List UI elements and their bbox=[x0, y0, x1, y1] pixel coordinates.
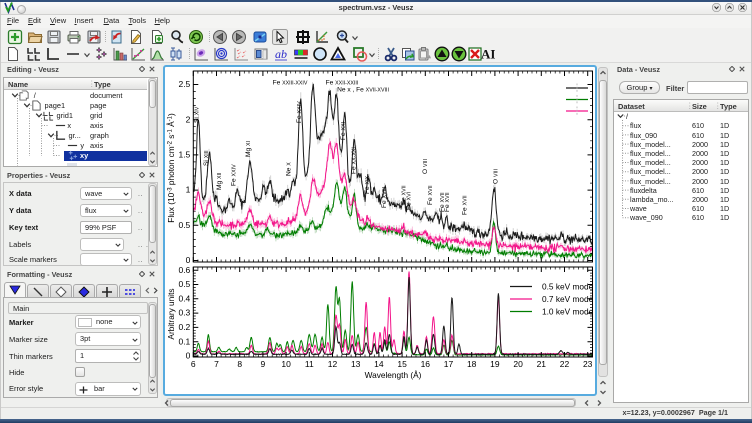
svg-text:11: 11 bbox=[305, 359, 314, 369]
svg-text:O VIII: O VIII bbox=[422, 159, 429, 174]
svg-text:0.6: 0.6 bbox=[178, 265, 190, 275]
svg-text:0.5: 0.5 bbox=[178, 279, 190, 289]
svg-text:Fe XX-XXI: Fe XX-XXI bbox=[351, 147, 358, 174]
svg-text:15: 15 bbox=[397, 359, 407, 369]
svg-text:Fe XIX: Fe XIX bbox=[364, 175, 371, 194]
svg-text:2.5: 2.5 bbox=[178, 79, 190, 89]
svg-text:18: 18 bbox=[467, 359, 477, 369]
svg-text:6: 6 bbox=[191, 359, 196, 369]
svg-text:Si XIII: Si XIII bbox=[203, 150, 210, 166]
svg-text:0.4: 0.4 bbox=[178, 293, 190, 303]
svg-text:13: 13 bbox=[351, 359, 361, 369]
svg-text:0.5 keV model: 0.5 keV model bbox=[542, 282, 595, 292]
svg-text:1.0 keV model: 1.0 keV model bbox=[542, 307, 595, 317]
svg-text:7: 7 bbox=[214, 359, 219, 369]
svg-text:O VIII: O VIII bbox=[493, 169, 500, 184]
svg-text:0.5: 0.5 bbox=[178, 220, 190, 230]
svg-text:14: 14 bbox=[374, 359, 384, 369]
svg-text:0.1: 0.1 bbox=[178, 336, 190, 346]
svg-text:9: 9 bbox=[261, 359, 266, 369]
svg-text:Ne X: Ne X bbox=[286, 162, 293, 176]
svg-text:Fe XVII: Fe XVII bbox=[462, 195, 469, 215]
svg-text:ab: ab bbox=[275, 47, 287, 61]
svg-text:12: 12 bbox=[328, 359, 338, 369]
svg-text:20: 20 bbox=[513, 359, 523, 369]
svg-text:10: 10 bbox=[281, 359, 291, 369]
svg-text:Fe XVIII: Fe XVIII bbox=[381, 187, 388, 208]
svg-text:Mg XI: Mg XI bbox=[245, 141, 252, 157]
svg-text:Fe XXIV: Fe XXIV bbox=[230, 164, 237, 186]
svg-text:Fe XXII-XXIII: Fe XXII-XXIII bbox=[326, 80, 359, 87]
svg-text:Fe XVII: Fe XVII bbox=[444, 192, 451, 212]
svg-text:Fe XXIII-XXIV: Fe XXIII-XXIV bbox=[273, 80, 308, 87]
svg-text:Wavelength (Å): Wavelength (Å) bbox=[365, 370, 422, 380]
svg-text:0.7 keV model: 0.7 keV model bbox=[542, 294, 595, 304]
svg-text:0.3: 0.3 bbox=[178, 308, 190, 318]
svg-text:0: 0 bbox=[186, 255, 191, 265]
svg-text:0: 0 bbox=[186, 351, 191, 361]
svg-text:Fe XVI: Fe XVI bbox=[406, 192, 413, 210]
svg-text:AI: AI bbox=[481, 47, 495, 62]
svg-text:Flux (10-3 photon cm-2 s-1 Å-1: Flux (10-3 photon cm-2 s-1 Å-1) bbox=[166, 113, 176, 223]
svg-text:Mg XII: Mg XII bbox=[216, 173, 223, 190]
svg-text:2: 2 bbox=[186, 114, 191, 124]
svg-text:Fe XXIV: Fe XXIV bbox=[296, 101, 303, 123]
svg-text:0.2: 0.2 bbox=[178, 322, 190, 332]
svg-text:Arbitrary units: Arbitrary units bbox=[166, 288, 176, 339]
svg-text:23: 23 bbox=[583, 359, 593, 369]
svg-text:22: 22 bbox=[560, 359, 570, 369]
svg-text:21: 21 bbox=[537, 359, 547, 369]
svg-text:Fe XXI: Fe XXI bbox=[340, 122, 347, 140]
svg-text:17: 17 bbox=[444, 359, 454, 369]
svg-text:1.5: 1.5 bbox=[178, 150, 190, 160]
svg-text:Ne x , Fe XVII-XVIII: Ne x , Fe XVII-XVIII bbox=[337, 87, 389, 94]
svg-text:1: 1 bbox=[186, 185, 191, 195]
svg-text:Fe XVII: Fe XVII bbox=[427, 185, 434, 205]
svg-text:19: 19 bbox=[490, 359, 500, 369]
svg-text:16: 16 bbox=[421, 359, 431, 369]
svg-text:Si XIV: Si XIV bbox=[194, 106, 201, 123]
svg-text:8: 8 bbox=[237, 359, 242, 369]
